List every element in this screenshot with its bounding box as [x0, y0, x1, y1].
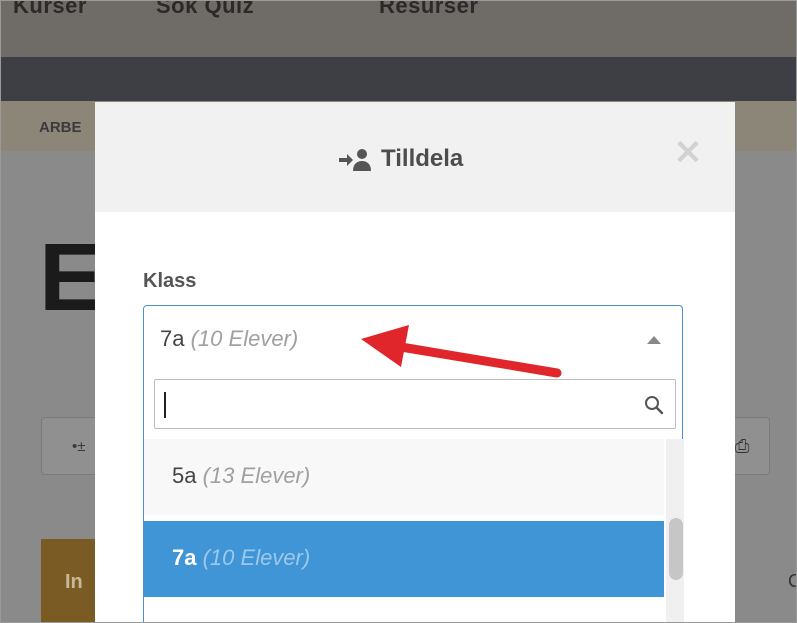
option-5a[interactable]: 5a (13 Elever)	[144, 439, 664, 515]
screenshot-frame: Kurser Sök Quiz Resurser ARBE E •± ⎙ In …	[0, 0, 797, 623]
assign-user-icon	[337, 145, 371, 173]
top-navigation: Kurser Sök Quiz Resurser	[1, 1, 796, 57]
page-title: E	[39, 224, 104, 331]
class-select-value[interactable]: 7a (10 Elever)	[160, 326, 298, 352]
search-icon	[643, 394, 665, 416]
close-icon[interactable]: ✕	[673, 136, 703, 170]
nav-item-resurser[interactable]: Resurser	[379, 1, 478, 19]
class-search-input[interactable]	[163, 386, 637, 424]
print-icon: ⎙	[735, 436, 750, 456]
nav-item-kurser[interactable]: Kurser	[13, 1, 87, 19]
class-options-list: 5a (13 Elever) 7a (10 Elever)	[144, 439, 664, 622]
option-name: 7a	[172, 545, 197, 570]
modal-title-group: Tilldela	[337, 142, 463, 176]
options-scrollbar-thumb[interactable]	[669, 518, 683, 580]
assign-button-background[interactable]: •±	[41, 417, 96, 475]
assign-icon: •±	[72, 438, 86, 455]
print-button-background[interactable]: ⎙	[735, 417, 770, 475]
selected-class-name: 7a	[160, 326, 185, 351]
modal-header: Tilldela ✕	[95, 102, 735, 212]
class-field-label: Klass	[143, 270, 197, 292]
option-count: (13 Elever)	[202, 463, 311, 488]
option-name: 5a	[172, 463, 197, 488]
nav-item-sok-quiz[interactable]: Sök Quiz	[156, 1, 254, 19]
chevron-up-icon[interactable]	[647, 336, 661, 344]
option-7a[interactable]: 7a (10 Elever)	[144, 521, 664, 597]
breadcrumb: ARBE	[39, 119, 82, 136]
info-button-label: In	[65, 571, 83, 593]
sub-navigation-bar	[1, 57, 796, 101]
info-button-background[interactable]: In	[41, 539, 95, 622]
modal-title: Tilldela	[381, 145, 464, 172]
annotation-arrow-icon	[361, 325, 562, 378]
option-next-partial[interactable]	[144, 601, 664, 622]
option-count: (10 Elever)	[202, 545, 311, 570]
right-edge-text: C	[788, 571, 796, 592]
selected-class-count: (10 Elever)	[190, 326, 299, 351]
